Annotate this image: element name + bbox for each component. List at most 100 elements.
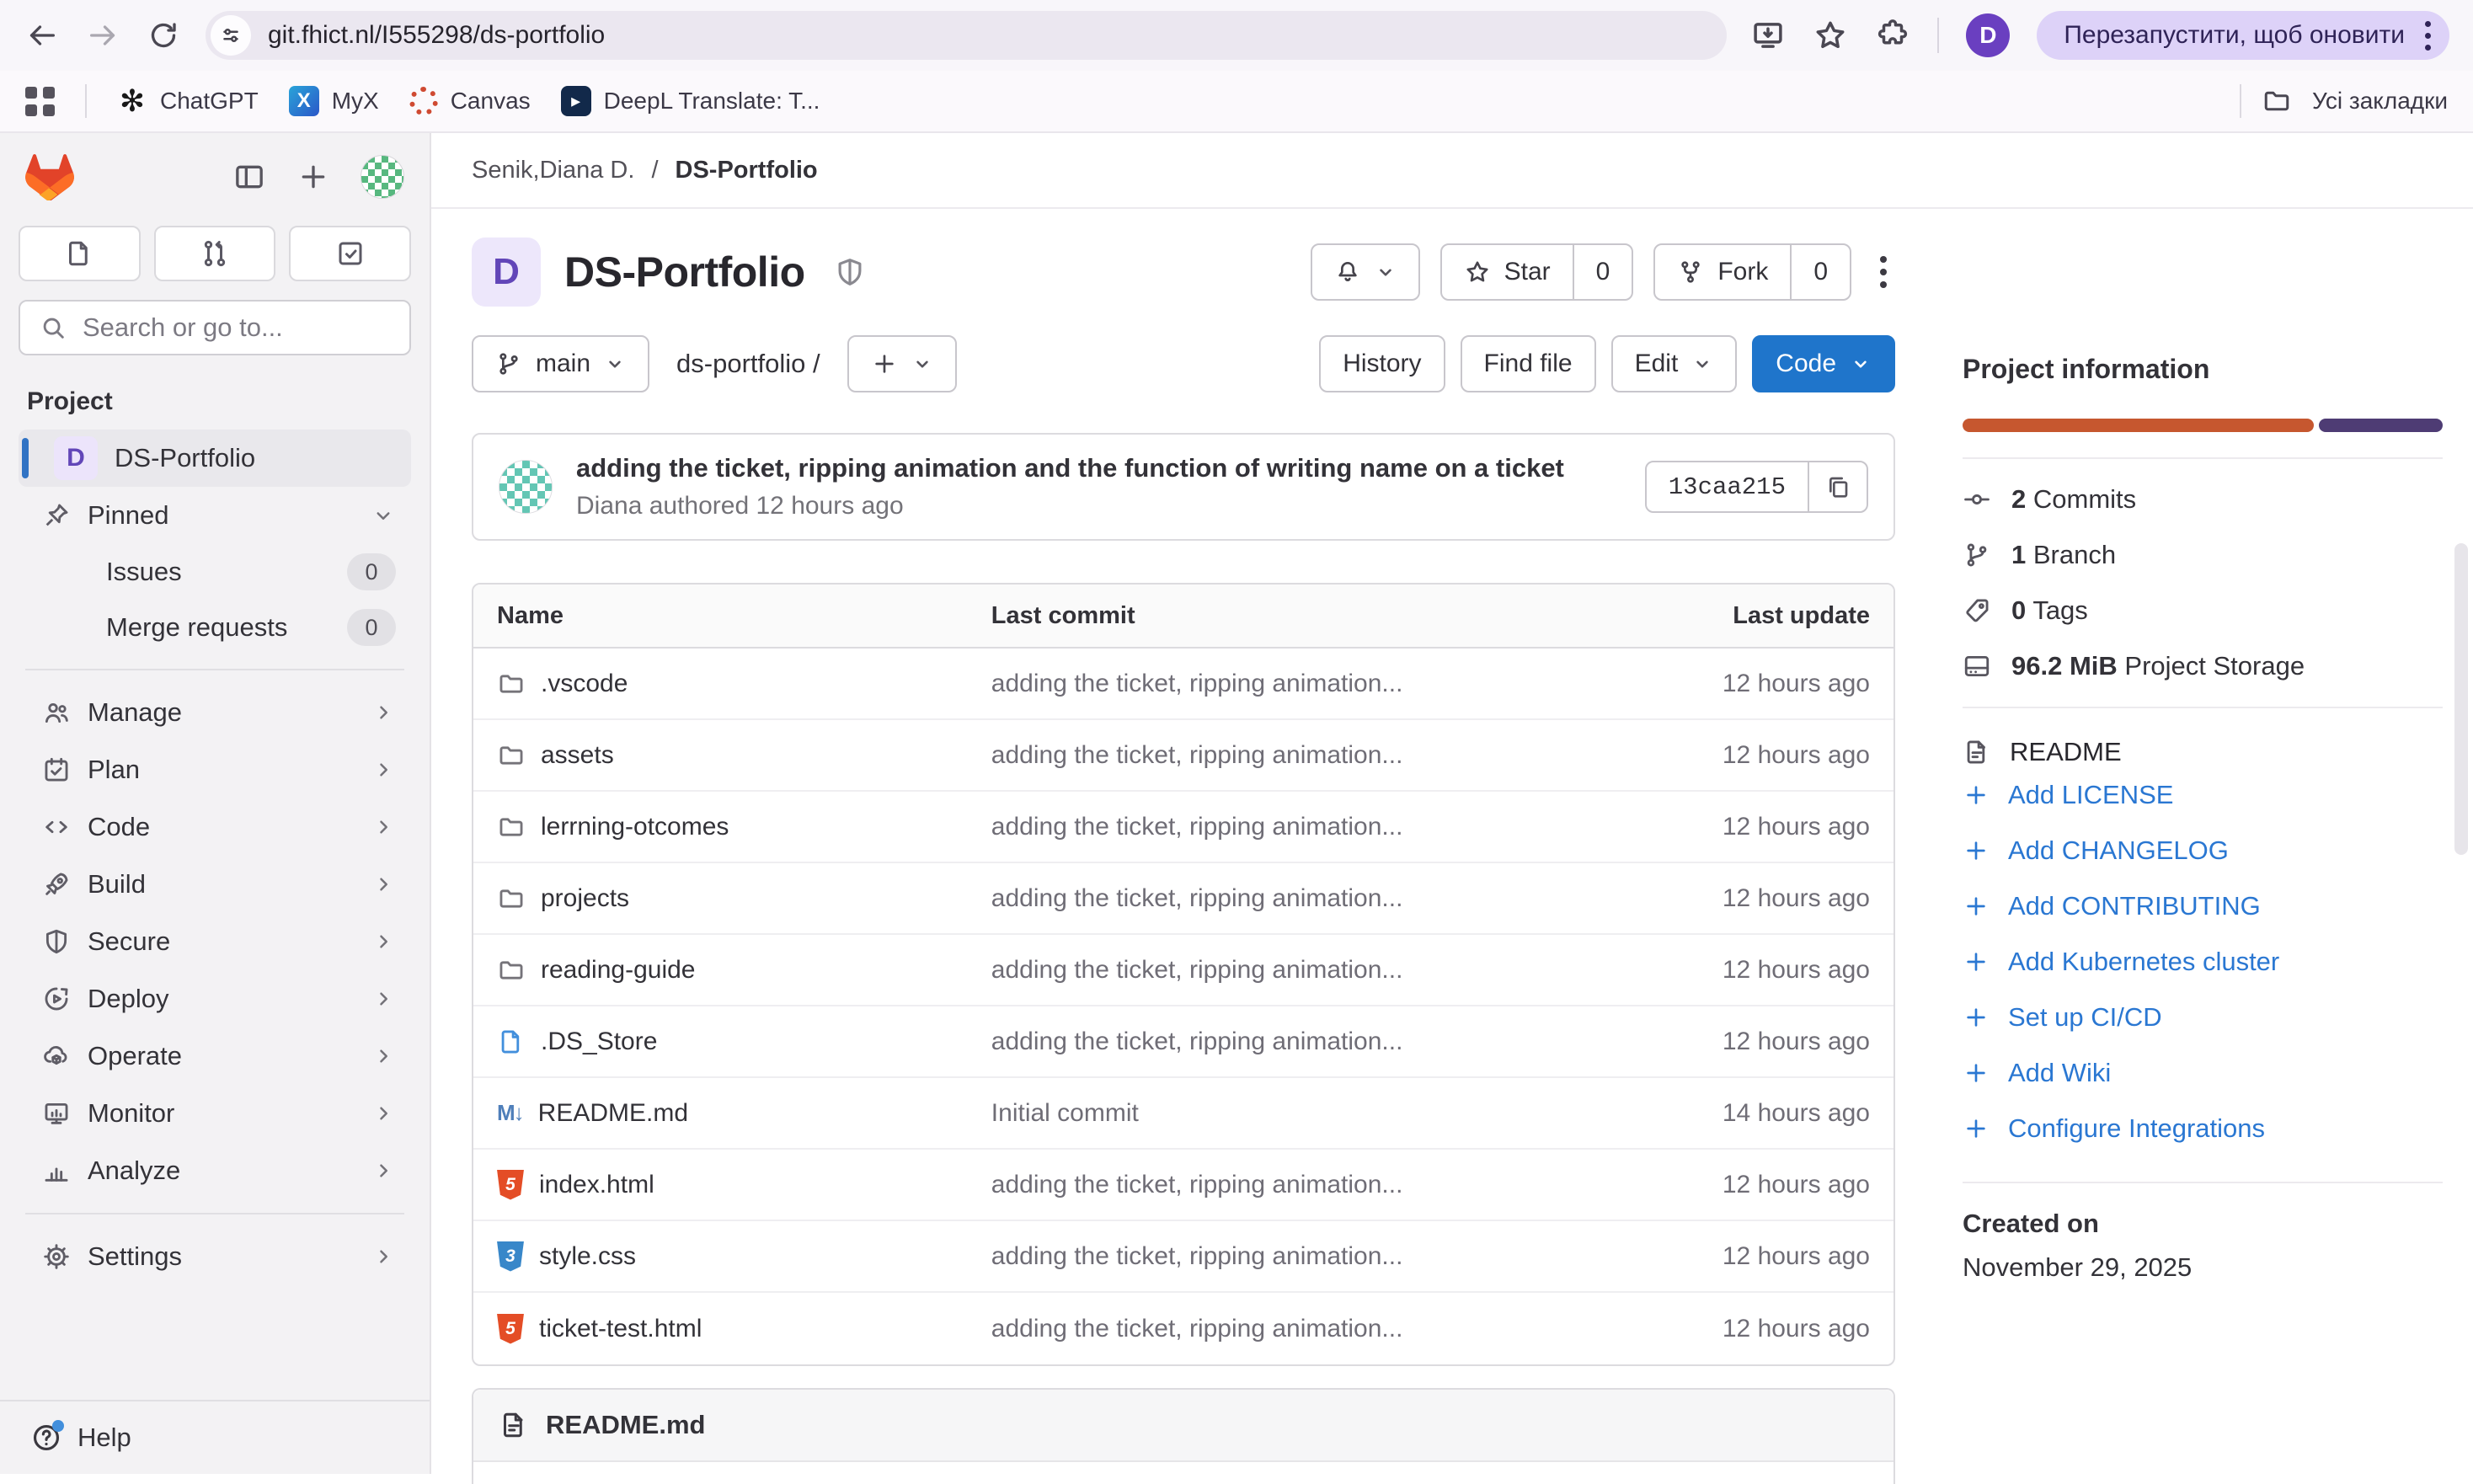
commit-sha[interactable]: 13caa215 [1647, 462, 1808, 511]
language-bar[interactable] [1963, 419, 2443, 432]
breadcrumb-current[interactable]: DS-Portfolio [676, 157, 818, 184]
fork-count[interactable]: 0 [1790, 245, 1850, 299]
add-file-button[interactable] [847, 335, 957, 392]
sidebar-item-code[interactable]: Code [19, 798, 411, 856]
back-icon[interactable] [24, 17, 61, 54]
file-link[interactable]: .vscode [497, 670, 991, 698]
readme-card-header[interactable]: README.md [473, 1390, 1893, 1462]
sidebar-toggle-icon[interactable] [232, 160, 266, 194]
sidebar-item-analyze[interactable]: Analyze [19, 1142, 411, 1199]
sidebar-help[interactable]: Help [0, 1400, 430, 1474]
sidebar-item-monitor[interactable]: Monitor [19, 1085, 411, 1142]
todo-list-shortcut-button[interactable] [289, 226, 411, 281]
row-commit[interactable]: Initial commit [991, 1099, 1676, 1128]
readme-link[interactable]: README [1963, 737, 2443, 767]
row-commit[interactable]: adding the ticket, ripping animation... [991, 956, 1676, 985]
history-button[interactable]: History [1319, 335, 1445, 392]
sidebar-item-settings[interactable]: Settings [19, 1228, 411, 1285]
extensions-icon[interactable] [1875, 18, 1910, 53]
panel-divider [1963, 1182, 2443, 1183]
sidebar-item-manage[interactable]: Manage [19, 684, 411, 741]
find-file-button[interactable]: Find file [1461, 335, 1596, 392]
stat-commits[interactable]: 2 Commits [1963, 484, 2443, 515]
search-input[interactable]: Search or go to... [19, 300, 411, 355]
sidebar-item-operate[interactable]: Operate [19, 1028, 411, 1085]
star-action[interactable]: Star [1442, 245, 1573, 299]
row-commit[interactable]: adding the ticket, ripping animation... [991, 741, 1676, 770]
install-app-icon[interactable] [1750, 18, 1786, 53]
address-bar[interactable]: git.fhict.nl/I555298/ds-portfolio [206, 11, 1727, 60]
issues-shortcut-button[interactable] [19, 226, 141, 281]
site-settings-icon[interactable] [211, 15, 251, 56]
edit-button[interactable]: Edit [1611, 335, 1738, 392]
fork-action[interactable]: Fork [1655, 245, 1790, 299]
restart-to-update-button[interactable]: Перезапустити, щоб оновити [2037, 11, 2449, 60]
search-placeholder: Search or go to... [83, 312, 283, 343]
bookmark-canvas[interactable]: Canvas [409, 87, 531, 115]
stat-branches[interactable]: 1 Branch [1963, 540, 2443, 570]
merge-requests-shortcut-button[interactable] [154, 226, 276, 281]
add-changelog-link[interactable]: Add CHANGELOG [1963, 823, 2443, 878]
stat-tags[interactable]: 0 Tags [1963, 595, 2443, 626]
reload-icon[interactable] [145, 17, 182, 54]
commit-message[interactable]: adding the ticket, ripping animation and… [576, 453, 1564, 483]
file-link[interactable]: M↓ README.md [497, 1099, 991, 1128]
sidebar-item-secure[interactable]: Secure [19, 913, 411, 970]
bookmark-star-icon[interactable] [1813, 18, 1848, 53]
bookmark-chatgpt[interactable]: ✻ ChatGPT [117, 86, 259, 116]
sidebar-item-merge-requests[interactable]: Merge requests 0 [19, 600, 411, 655]
project-avatar: D [54, 436, 98, 480]
row-commit[interactable]: adding the ticket, ripping animation... [991, 884, 1676, 913]
add-license-link[interactable]: Add LICENSE [1963, 767, 2443, 823]
row-commit[interactable]: adding the ticket, ripping animation... [991, 1028, 1676, 1056]
file-link[interactable]: assets [497, 741, 991, 770]
file-link[interactable]: 5 index.html [497, 1170, 991, 1200]
content-row: D DS-Portfolio Star [431, 209, 2473, 1474]
apps-grid-icon[interactable] [25, 87, 55, 116]
copy-sha-button[interactable] [1808, 462, 1867, 511]
notifications-button[interactable] [1311, 243, 1420, 301]
code-button[interactable]: Code [1752, 335, 1895, 392]
file-link[interactable]: 3 style.css [497, 1241, 991, 1272]
row-commit[interactable]: adding the ticket, ripping animation... [991, 813, 1676, 841]
forward-icon[interactable] [84, 17, 121, 54]
sidebar-item-deploy[interactable]: Deploy [19, 970, 411, 1028]
file-link[interactable]: 5 ticket-test.html [497, 1314, 991, 1344]
file-link[interactable]: lerrning-otcomes [497, 813, 991, 841]
sidebar-item-plan[interactable]: Plan [19, 741, 411, 798]
file-link[interactable]: reading-guide [497, 956, 991, 985]
bookmark-deepl[interactable]: ▸ DeepL Translate: T... [561, 86, 820, 116]
row-commit[interactable]: adding the ticket, ripping animation... [991, 1171, 1676, 1199]
set-up-cicd-link[interactable]: Set up CI/CD [1963, 990, 2443, 1045]
browser-profile-avatar[interactable]: D [1966, 13, 2010, 57]
file-link[interactable]: .DS_Store [497, 1028, 991, 1056]
create-new-icon[interactable] [296, 160, 330, 194]
sidebar-item-issues[interactable]: Issues 0 [19, 544, 411, 600]
stat-storage[interactable]: 96.2 MiB Project Storage [1963, 651, 2443, 681]
page-scrollbar[interactable] [2454, 543, 2468, 855]
add-wiki-link[interactable]: Add Wiki [1963, 1045, 2443, 1101]
more-actions-icon[interactable] [1872, 256, 1895, 288]
sidebar-item-build[interactable]: Build [19, 856, 411, 913]
browser-menu-icon[interactable] [2425, 21, 2431, 51]
add-kubernetes-cluster-link[interactable]: Add Kubernetes cluster [1963, 934, 2443, 990]
commit-author-avatar[interactable] [499, 460, 553, 514]
star-count[interactable]: 0 [1573, 245, 1632, 299]
file-link[interactable]: projects [497, 884, 991, 913]
user-avatar[interactable] [361, 155, 404, 199]
row-commit[interactable]: adding the ticket, ripping animation... [991, 1315, 1676, 1343]
sidebar-item-project[interactable]: D DS-Portfolio [19, 430, 411, 487]
bookmark-myx[interactable]: X MyX [289, 86, 379, 116]
row-commit[interactable]: adding the ticket, ripping animation... [991, 670, 1676, 698]
row-updated: 12 hours ago [1676, 1171, 1870, 1199]
configure-integrations-link[interactable]: Configure Integrations [1963, 1101, 2443, 1156]
branch-selector[interactable]: main [472, 335, 649, 392]
row-commit[interactable]: adding the ticket, ripping animation... [991, 1242, 1676, 1271]
sidebar-item-pinned[interactable]: Pinned [19, 487, 411, 544]
add-contributing-link[interactable]: Add CONTRIBUTING [1963, 878, 2443, 934]
gitlab-logo-icon[interactable] [25, 153, 74, 200]
breadcrumb-parent[interactable]: Senik,Diana D. [472, 157, 634, 184]
file-name: lerrning-otcomes [541, 813, 729, 841]
table-row: assets adding the ticket, ripping animat… [473, 720, 1893, 792]
all-bookmarks-button[interactable]: Усі закладки [2240, 84, 2448, 118]
